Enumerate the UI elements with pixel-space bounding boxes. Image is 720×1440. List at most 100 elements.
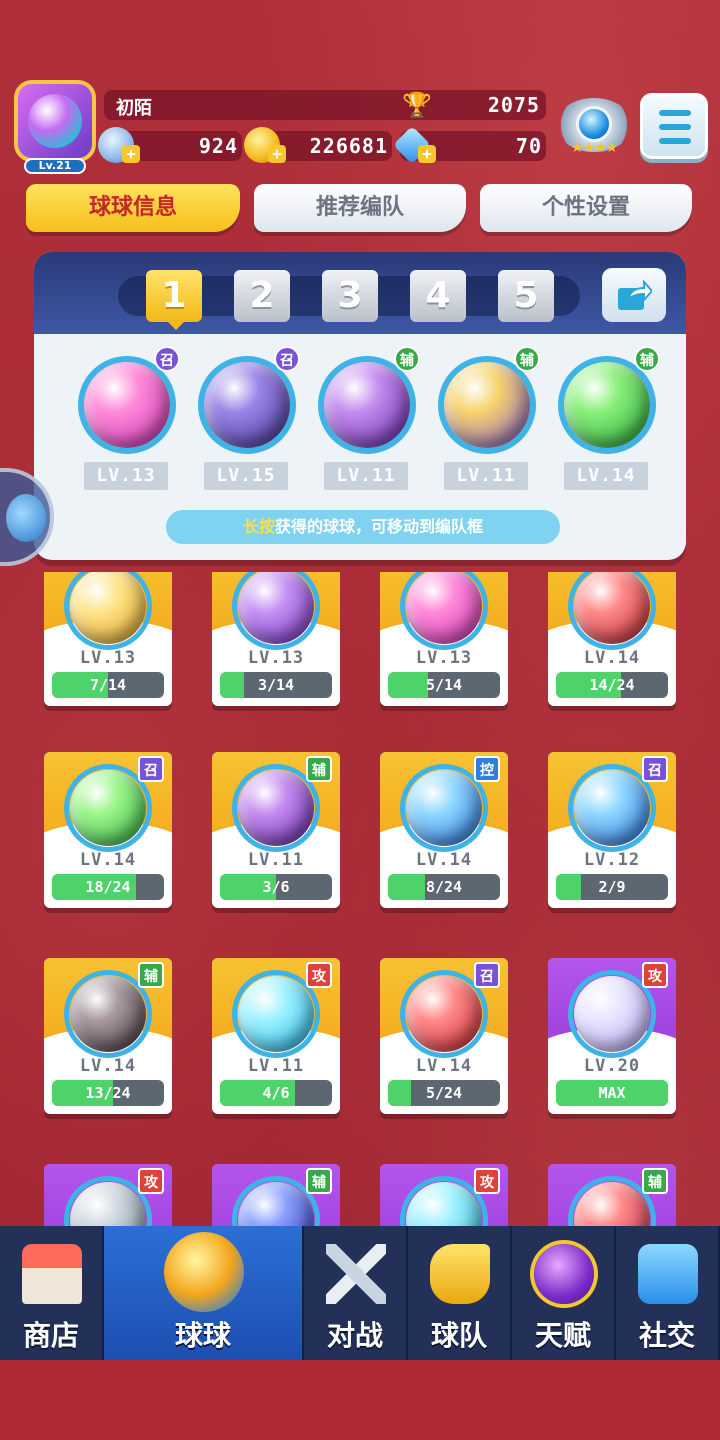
slot-pointer bbox=[166, 320, 186, 330]
ball-role-badge: 攻 bbox=[474, 1168, 500, 1194]
lineup-slot-2[interactable]: 2 bbox=[234, 270, 290, 322]
ball-card[interactable]: 召 LV.12 2/9 bbox=[548, 752, 676, 908]
share-button[interactable] bbox=[602, 268, 666, 322]
lineup-ball[interactable]: 召 LV.15 bbox=[194, 346, 300, 490]
nav-label: 球球 bbox=[174, 1319, 231, 1352]
ball-level: LV.13 bbox=[84, 462, 168, 490]
ball-role-badge: 召 bbox=[274, 346, 300, 372]
lineup-ball[interactable]: 召 LV.13 bbox=[74, 346, 180, 490]
cannon-ball-icon bbox=[406, 976, 482, 1052]
swords-icon bbox=[326, 1244, 386, 1304]
ball-card[interactable]: 控 LV.14 8/24 bbox=[380, 752, 508, 908]
lineup-slot-5[interactable]: 5 bbox=[498, 270, 554, 322]
ball-level: LV.13 bbox=[415, 648, 473, 668]
nav-item-chat[interactable]: 社交 bbox=[616, 1226, 720, 1360]
ball-card[interactable]: LV.13 5/14 bbox=[380, 572, 508, 706]
progress-text: 18/24 bbox=[85, 878, 131, 896]
ball-level: LV.14 bbox=[564, 462, 648, 490]
lineup-ball[interactable]: 辅 LV.11 bbox=[434, 346, 540, 490]
avatar-level: Lv.21 bbox=[24, 158, 86, 174]
upgrade-progress-bar: MAX bbox=[556, 1080, 668, 1106]
ball-level: LV.14 bbox=[415, 850, 473, 870]
progress-text: 13/24 bbox=[85, 1084, 131, 1102]
gold-value: 226681 bbox=[309, 134, 388, 158]
menu-button[interactable] bbox=[640, 93, 708, 159]
pink-sword-ball-icon bbox=[84, 362, 170, 448]
player-avatar[interactable]: Lv.21 bbox=[10, 76, 100, 174]
ball-level: LV.15 bbox=[204, 462, 288, 490]
ball-card[interactable]: LV.14 14/24 bbox=[548, 572, 676, 706]
nav-label: 商店 bbox=[22, 1319, 79, 1352]
progress-text: 3/6 bbox=[262, 878, 290, 896]
menu-line bbox=[659, 138, 691, 144]
ball-role-badge: 召 bbox=[642, 756, 668, 782]
ball-card[interactable]: 召 LV.14 18/24 bbox=[44, 752, 172, 908]
leaf-ball-icon bbox=[238, 770, 314, 846]
lineup-ball[interactable]: 辅 LV.14 bbox=[554, 346, 660, 490]
lineup-ball[interactable]: 辅 LV.11 bbox=[314, 346, 420, 490]
lineup-panel: 1 2 3 4 5 召 LV.13 召 LV.15 辅 LV.11 辅 LV.11 辅 LV.14… bbox=[34, 252, 686, 560]
ball-level: LV.14 bbox=[79, 850, 137, 870]
ball-card[interactable]: LV.13 7/14 bbox=[44, 572, 172, 706]
ball-card[interactable]: 攻 LV.20 MAX bbox=[548, 958, 676, 1114]
add-diamond-icon[interactable]: + bbox=[418, 145, 436, 163]
ball-card[interactable]: 辅 LV.14 13/24 bbox=[44, 958, 172, 1114]
progress-text: 5/14 bbox=[425, 676, 463, 694]
nav-label: 对战 bbox=[326, 1319, 383, 1352]
upgrade-progress-bar: 18/24 bbox=[52, 874, 164, 900]
avatar-gem-icon bbox=[28, 94, 82, 148]
rank-badge-icon[interactable]: ★★★★ bbox=[556, 92, 632, 162]
nav-item-shop[interactable]: 商店 bbox=[0, 1226, 104, 1360]
nav-item-whistle[interactable]: 球队 bbox=[408, 1226, 512, 1360]
ball-role-badge: 辅 bbox=[394, 346, 420, 372]
tab-personal-settings[interactable]: 个性设置 bbox=[480, 184, 692, 232]
chat-icon bbox=[638, 1244, 698, 1304]
ball-level: LV.14 bbox=[79, 1056, 137, 1076]
nav-item-swords[interactable]: 对战 bbox=[304, 1226, 408, 1360]
ball-card[interactable]: 攻 LV.11 4/6 bbox=[212, 958, 340, 1114]
upgrade-progress-bar: 3/14 bbox=[220, 672, 332, 698]
ball-icon bbox=[164, 1232, 244, 1312]
progress-text: 7/14 bbox=[89, 676, 127, 694]
ball-level: LV.20 bbox=[583, 1056, 641, 1076]
arrow-up-ball-icon bbox=[564, 362, 650, 448]
upgrade-progress-bar: 14/24 bbox=[556, 672, 668, 698]
bottom-navigation: 商店 球球 对战 球队 天赋 社交 bbox=[0, 1226, 720, 1360]
tab-ball-info[interactable]: 球球信息 bbox=[26, 184, 240, 232]
star-ball-icon bbox=[70, 770, 146, 846]
lineup-slot-4[interactable]: 4 bbox=[410, 270, 466, 322]
nav-item-ball[interactable]: 球球 bbox=[104, 1226, 304, 1360]
gold-currency[interactable]: + 226681 bbox=[244, 127, 392, 163]
ball-role-badge: 控 bbox=[474, 756, 500, 782]
ball-level: LV.11 bbox=[324, 462, 408, 490]
lineup-slot-1[interactable]: 1 bbox=[146, 270, 202, 322]
add-energy-icon[interactable]: + bbox=[122, 145, 140, 163]
lineup-hint: 长按获得的球球，可移动到编队框 bbox=[166, 510, 560, 544]
leaf-ball-icon bbox=[324, 362, 410, 448]
lineup-slot-3[interactable]: 3 bbox=[322, 270, 378, 322]
ball-role-badge: 攻 bbox=[138, 1168, 164, 1194]
upgrade-progress-bar: 3/6 bbox=[220, 874, 332, 900]
ball-card[interactable]: 攻 bbox=[380, 1164, 508, 1226]
upgrade-progress-bar: 5/14 bbox=[388, 672, 500, 698]
tab-recommended-lineup[interactable]: 推荐编队 bbox=[254, 184, 466, 232]
snowflake-ball-icon bbox=[406, 770, 482, 846]
diamond-currency[interactable]: + 70 bbox=[392, 125, 546, 165]
player-name-bar: 初陌 🏆 2075 bbox=[104, 90, 546, 120]
ball-card[interactable]: 攻 bbox=[44, 1164, 172, 1226]
add-gold-icon[interactable]: + bbox=[268, 145, 286, 163]
side-drawer-icon bbox=[6, 494, 46, 542]
nav-item-planet[interactable]: 天赋 bbox=[512, 1226, 616, 1360]
ball-card[interactable]: 召 LV.14 5/24 bbox=[380, 958, 508, 1114]
ball-card[interactable]: LV.13 3/14 bbox=[212, 572, 340, 706]
progress-text: 2/9 bbox=[598, 878, 626, 896]
ball-card[interactable]: 辅 LV.11 3/6 bbox=[212, 752, 340, 908]
ball-card[interactable]: 辅 bbox=[548, 1164, 676, 1226]
ball-level: LV.11 bbox=[444, 462, 528, 490]
energy-currency[interactable]: + 924 bbox=[98, 127, 242, 163]
ball-level: LV.14 bbox=[583, 648, 641, 668]
ball-card[interactable]: 辅 bbox=[212, 1164, 340, 1226]
ball-role-badge: 辅 bbox=[514, 346, 540, 372]
nav-label: 球队 bbox=[430, 1319, 487, 1352]
upgrade-progress-bar: 13/24 bbox=[52, 1080, 164, 1106]
